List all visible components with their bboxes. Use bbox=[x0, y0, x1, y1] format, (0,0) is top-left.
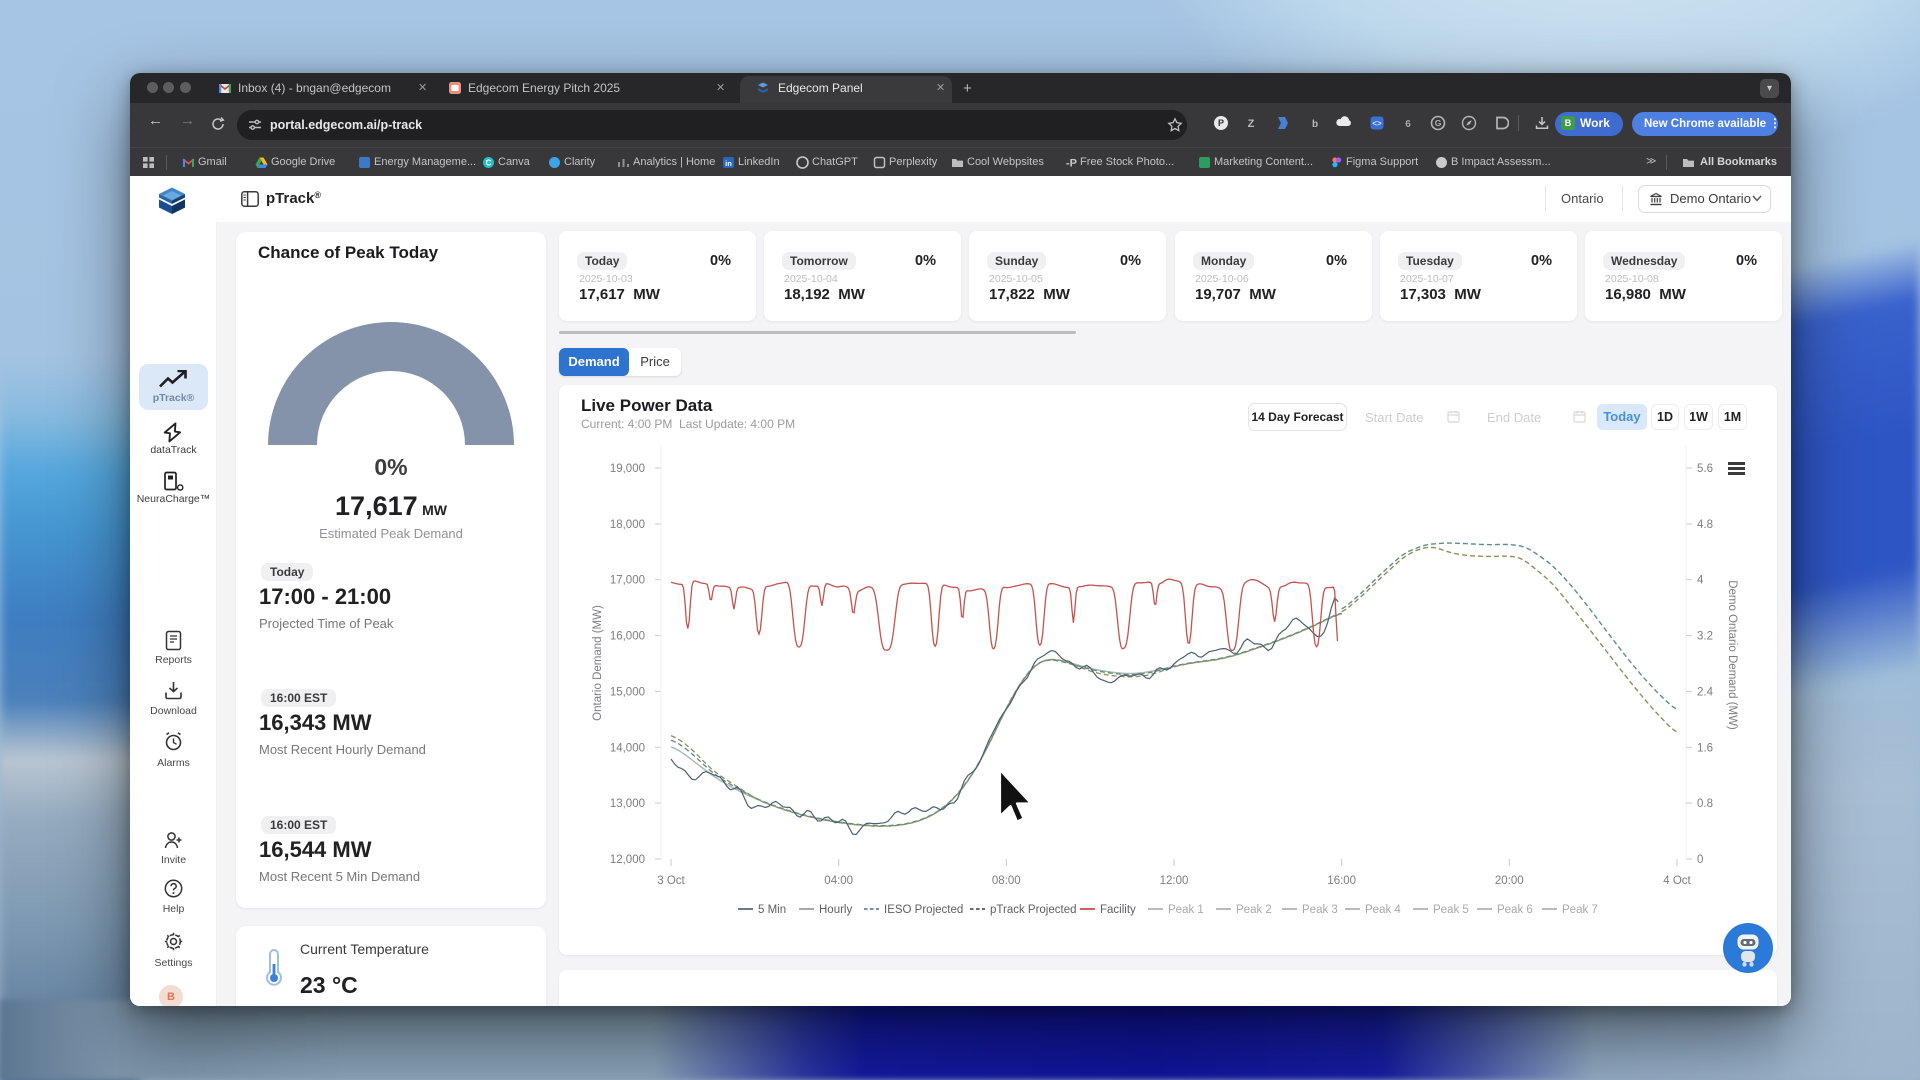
svg-text:Peak 6: Peak 6 bbox=[1497, 904, 1533, 916]
svg-text:20:00: 20:00 bbox=[1495, 875, 1524, 887]
svg-text:12,000: 12,000 bbox=[610, 854, 645, 866]
svg-text:1.6: 1.6 bbox=[1697, 742, 1713, 754]
svg-text:2.4: 2.4 bbox=[1697, 686, 1714, 698]
svg-text:0: 0 bbox=[1697, 854, 1703, 866]
svg-text:Facility: Facility bbox=[1100, 904, 1136, 916]
svg-text:Peak 1: Peak 1 bbox=[1168, 904, 1204, 916]
svg-text:Peak 2: Peak 2 bbox=[1236, 904, 1272, 916]
svg-text:in: in bbox=[725, 159, 732, 168]
svg-text:4: 4 bbox=[1697, 575, 1704, 587]
svg-text:16:00: 16:00 bbox=[1327, 875, 1356, 887]
svg-text:Z: Z bbox=[1248, 118, 1255, 130]
svg-text:Ontario Demand (MW): Ontario Demand (MW) bbox=[592, 605, 604, 721]
svg-text:-P: -P bbox=[1066, 158, 1077, 170]
svg-text:6: 6 bbox=[1405, 119, 1411, 130]
svg-text:Peak 4: Peak 4 bbox=[1365, 904, 1401, 916]
svg-text:19,000: 19,000 bbox=[610, 463, 645, 475]
svg-text:b: b bbox=[1312, 119, 1318, 130]
svg-text:4.8: 4.8 bbox=[1697, 519, 1713, 531]
svg-text:IESO Projected: IESO Projected bbox=[884, 904, 963, 916]
svg-text:<>: <> bbox=[1372, 119, 1382, 128]
svg-text:04:00: 04:00 bbox=[824, 875, 853, 887]
svg-text:08:00: 08:00 bbox=[992, 875, 1021, 887]
svg-text:17,000: 17,000 bbox=[610, 575, 645, 587]
svg-text:15,000: 15,000 bbox=[610, 686, 645, 698]
svg-text:3 Oct: 3 Oct bbox=[657, 875, 685, 887]
svg-text:18,000: 18,000 bbox=[610, 519, 645, 531]
svg-text:Demo Ontario Demand (MW): Demo Ontario Demand (MW) bbox=[1726, 580, 1738, 730]
svg-text:3.2: 3.2 bbox=[1697, 631, 1713, 643]
svg-text:Peak 3: Peak 3 bbox=[1302, 904, 1338, 916]
svg-text:G: G bbox=[1435, 118, 1442, 128]
svg-text:14,000: 14,000 bbox=[610, 742, 645, 754]
svg-text:4 Oct: 4 Oct bbox=[1663, 875, 1691, 887]
svg-text:12:00: 12:00 bbox=[1160, 875, 1189, 887]
svg-text:Peak 7: Peak 7 bbox=[1562, 904, 1598, 916]
svg-text:5.6: 5.6 bbox=[1697, 463, 1713, 475]
svg-text:13,000: 13,000 bbox=[610, 798, 645, 810]
svg-text:pTrack Projected: pTrack Projected bbox=[990, 904, 1077, 916]
svg-text:0.8: 0.8 bbox=[1697, 798, 1713, 810]
svg-text:P: P bbox=[1218, 118, 1224, 128]
svg-text:Hourly: Hourly bbox=[819, 904, 852, 916]
svg-text:16,000: 16,000 bbox=[610, 631, 645, 643]
svg-text:C: C bbox=[486, 159, 492, 168]
svg-text:Peak 5: Peak 5 bbox=[1433, 904, 1469, 916]
svg-text:5 Min: 5 Min bbox=[758, 904, 786, 916]
